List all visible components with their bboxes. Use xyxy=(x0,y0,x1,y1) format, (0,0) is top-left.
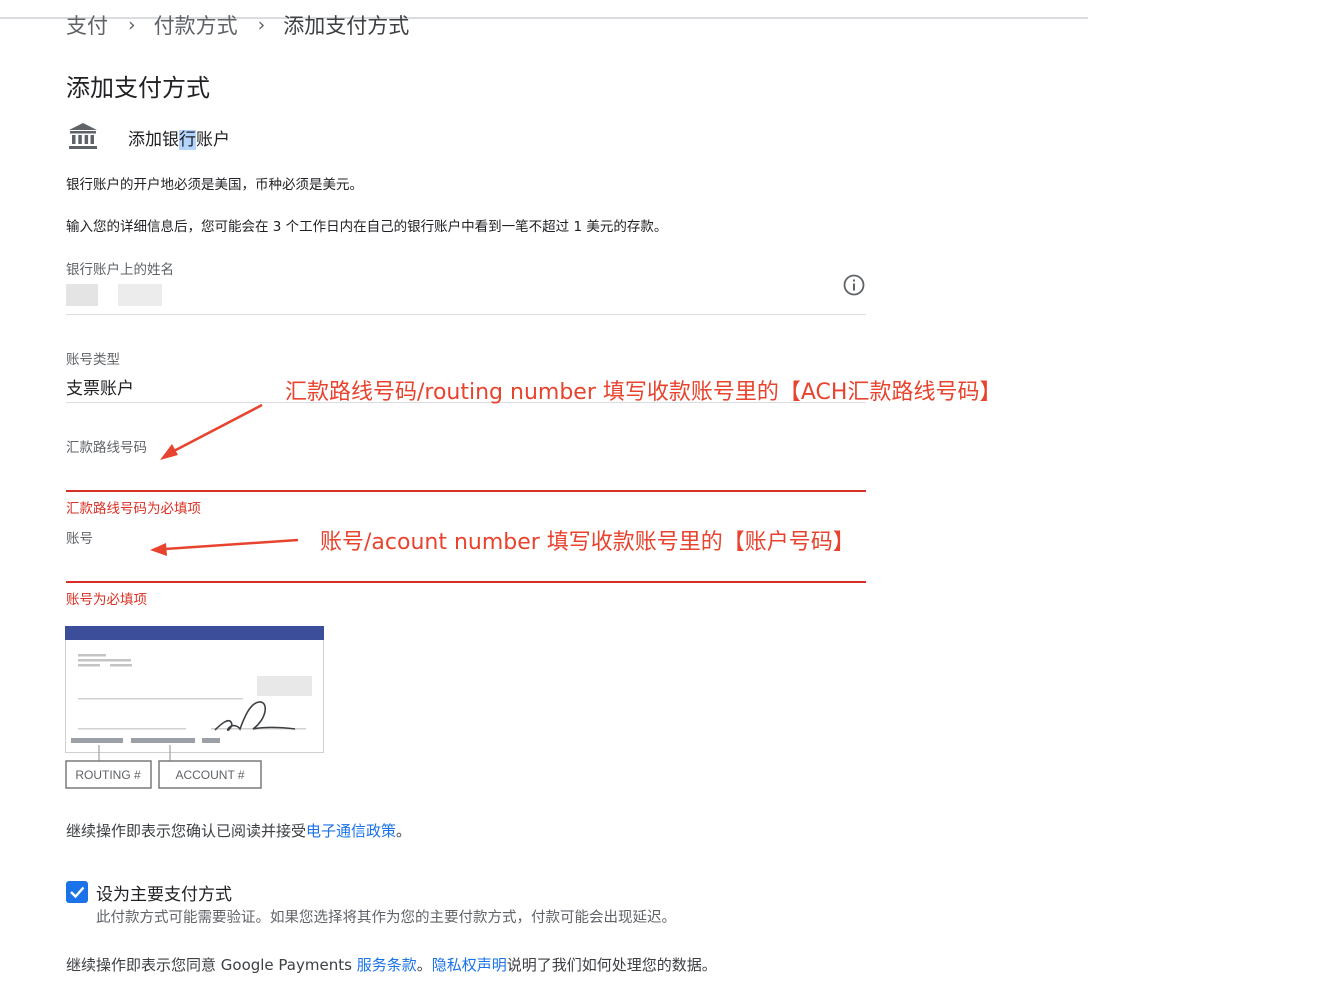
set-primary-subtext: 此付款方式可能需要验证。如果您选择将其作为您的主要付款方式，付款可能会出现延迟。 xyxy=(96,910,676,926)
checkmark-icon xyxy=(70,886,85,899)
routing-arrow-icon xyxy=(160,403,263,460)
terms-of-service-link[interactable]: 服务条款 xyxy=(357,956,417,974)
set-primary-checkbox[interactable] xyxy=(66,881,88,903)
account-label: ACCOUNT # xyxy=(175,768,244,782)
annotation-arrows xyxy=(150,403,299,556)
check-illustration: ROUTING # ACCOUNT # xyxy=(65,626,324,789)
electronic-communications-link[interactable]: 电子通信政策 xyxy=(306,822,396,840)
terms-text: 继续操作即表示您同意 Google Payments 服务条款。隐私权声明说明了… xyxy=(66,956,717,974)
account-arrow-icon xyxy=(150,538,299,556)
routing-label: ROUTING # xyxy=(75,768,141,782)
consent-text: 继续操作即表示您确认已阅读并接受电子通信政策。 xyxy=(66,822,412,840)
set-primary-label: 设为主要支付方式 xyxy=(96,885,232,905)
privacy-notice-link[interactable]: 隐私权声明 xyxy=(432,956,507,974)
